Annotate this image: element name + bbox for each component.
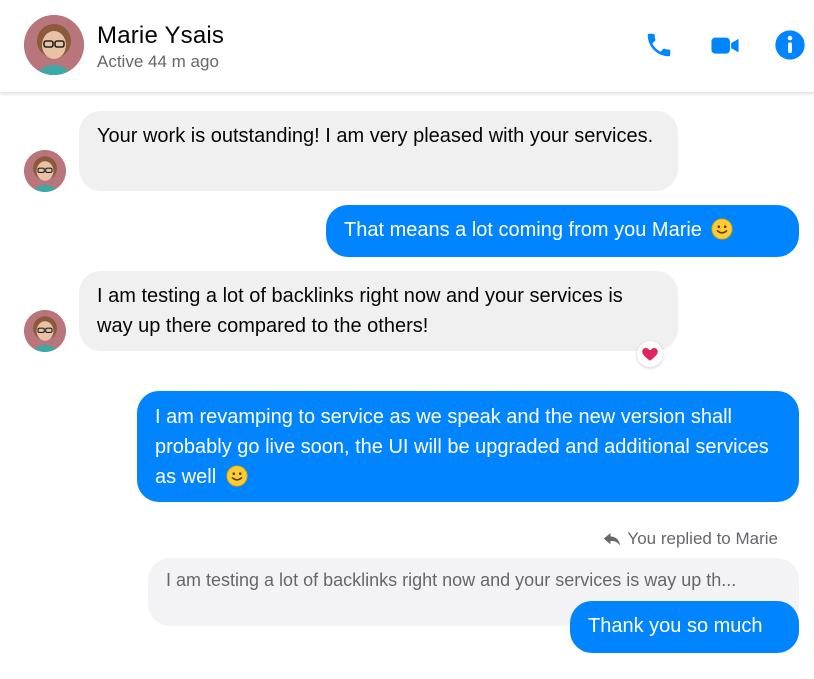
sender-avatar[interactable] xyxy=(24,310,66,352)
outgoing-message[interactable]: That means a lot coming from you Marie xyxy=(326,205,799,257)
active-status: Active 44 m ago xyxy=(97,52,219,71)
chat-header: Marie Ysais Active 44 m ago xyxy=(0,0,814,93)
sender-avatar[interactable] xyxy=(24,150,66,192)
info-icon xyxy=(775,30,805,60)
contact-name[interactable]: Marie Ysais xyxy=(97,22,224,50)
video-camera-icon xyxy=(711,37,739,54)
message-text: I am testing a lot of backlinks right no… xyxy=(97,285,623,337)
conversation-info-button[interactable] xyxy=(773,28,807,62)
incoming-message[interactable]: I am testing a lot of backlinks right no… xyxy=(79,271,678,351)
reply-label: You replied to Marie xyxy=(627,529,778,548)
incoming-message[interactable]: Your work is outstanding! I am very plea… xyxy=(79,111,678,191)
heart-reaction[interactable] xyxy=(637,341,663,367)
slightly-smiling-face-icon xyxy=(711,218,734,240)
reply-arrow-icon xyxy=(604,533,621,546)
red-heart-icon xyxy=(642,348,658,361)
outgoing-message[interactable]: Thank you so much xyxy=(570,601,799,653)
video-call-button[interactable] xyxy=(708,28,742,62)
message-text: That means a lot coming from you Marie xyxy=(344,219,702,241)
contact-avatar[interactable] xyxy=(24,15,84,75)
reply-indicator: You replied to Marie xyxy=(603,529,778,549)
call-button[interactable] xyxy=(642,28,676,62)
message-text: Your work is outstanding! I am very plea… xyxy=(97,125,654,147)
quoted-text: I am testing a lot of backlinks right no… xyxy=(166,570,737,590)
outgoing-message[interactable]: I am revamping to service as we speak an… xyxy=(137,391,799,502)
message-text: Thank you so much xyxy=(588,615,763,637)
slightly-smiling-face-icon xyxy=(226,465,248,487)
phone-icon xyxy=(647,33,671,57)
